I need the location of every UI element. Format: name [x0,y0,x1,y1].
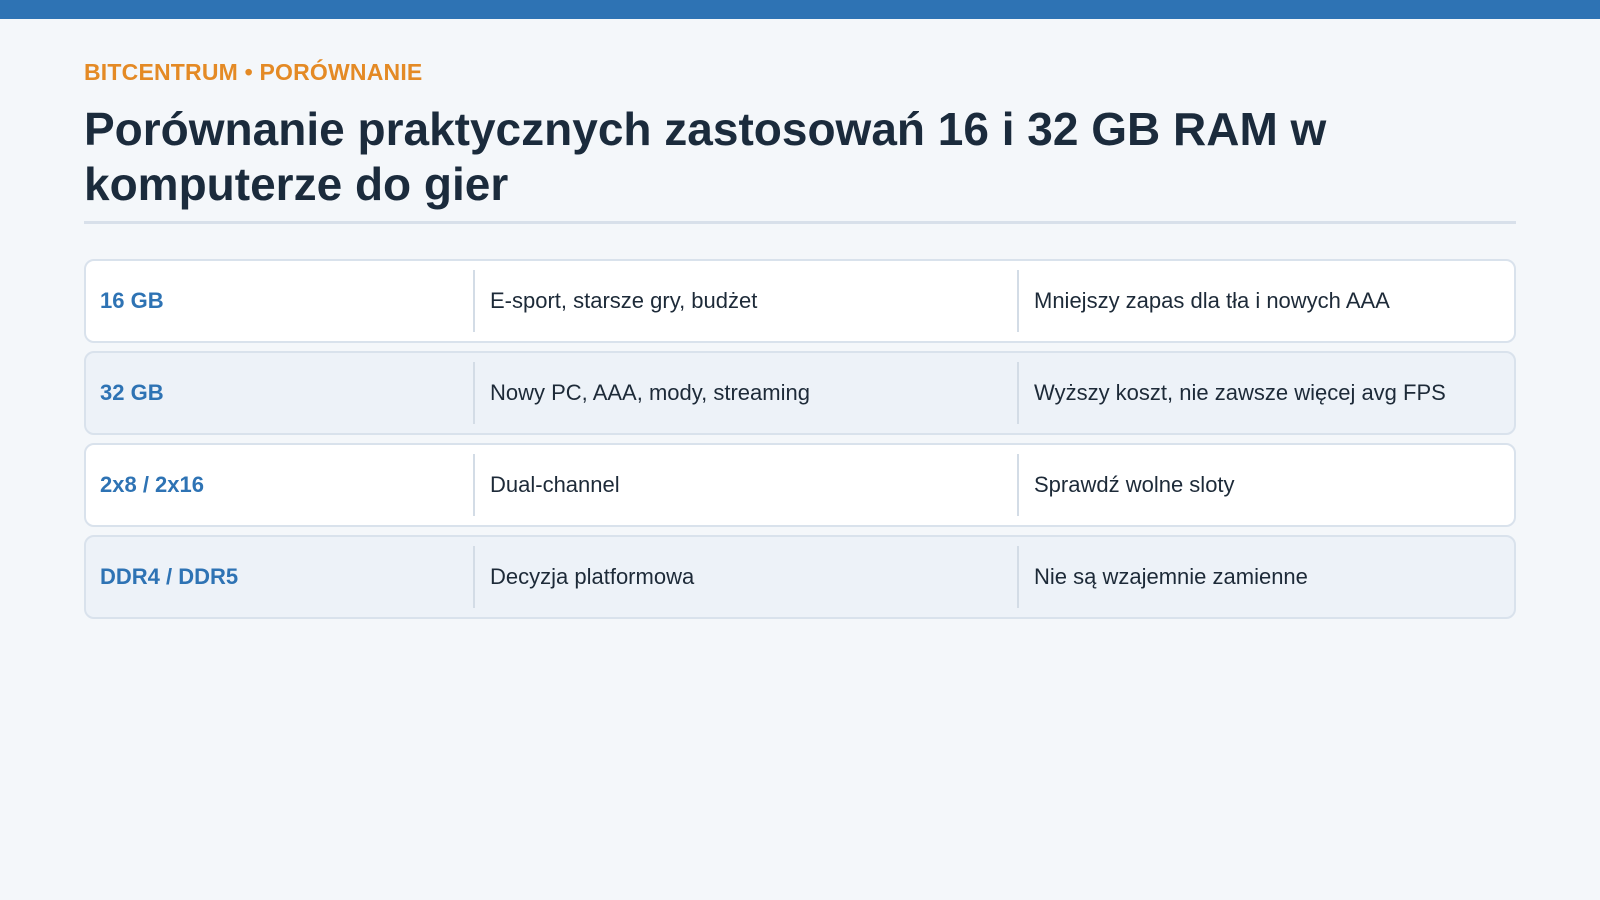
row-use-case: Dual-channel [473,454,1017,516]
row-label: 16 GB [100,288,164,313]
table-row: DDR4 / DDR5 Decyzja platformowa Nie są w… [84,535,1516,619]
top-accent-bar [0,0,1600,19]
row-label: 2x8 / 2x16 [100,472,204,497]
row-label: 32 GB [100,380,164,405]
comparison-table: 16 GB E-sport, starsze gry, budżet Mniej… [84,259,1516,627]
table-row: 2x8 / 2x16 Dual-channel Sprawdź wolne sl… [84,443,1516,527]
row-note: Wyższy koszt, nie zawsze więcej avg FPS [1017,362,1514,424]
row-note: Nie są wzajemnie zamienne [1017,546,1514,608]
eyebrow-label: BITCENTRUM • PORÓWNANIE [84,59,423,85]
row-note: Mniejszy zapas dla tła i nowych AAA [1017,270,1514,332]
table-row: 32 GB Nowy PC, AAA, mody, streaming Wyżs… [84,351,1516,435]
row-use-case: E-sport, starsze gry, budżet [473,270,1017,332]
row-use-case: Decyzja platformowa [473,546,1017,608]
title-divider [84,221,1516,224]
row-note: Sprawdź wolne sloty [1017,454,1514,516]
row-label: DDR4 / DDR5 [100,564,239,589]
table-row: 16 GB E-sport, starsze gry, budżet Mniej… [84,259,1516,343]
row-use-case: Nowy PC, AAA, mody, streaming [473,362,1017,424]
page-title: Porównanie praktycznych zastosowań 16 i … [84,103,1327,210]
